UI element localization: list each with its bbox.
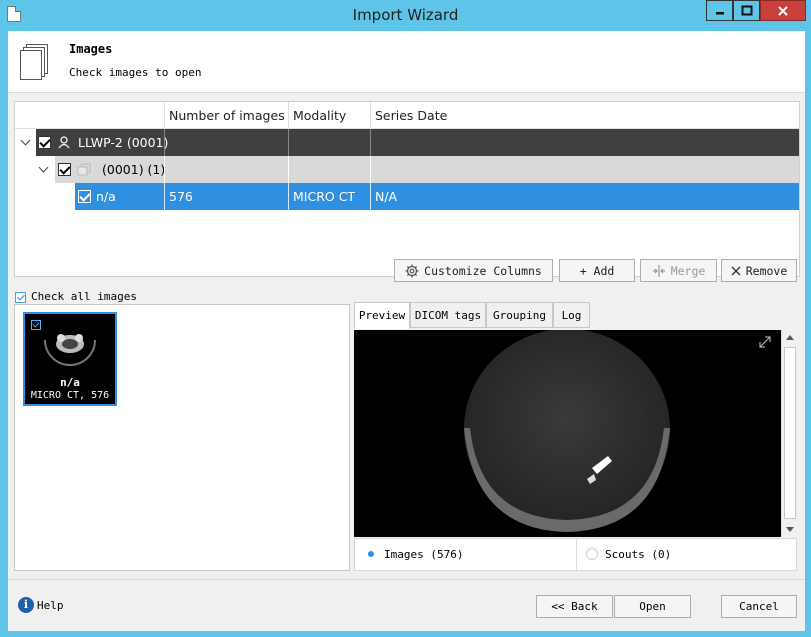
patient-label: LLWP-2 (0001) — [78, 135, 169, 150]
study-checkbox[interactable] — [58, 163, 71, 176]
wizard-header: Images Check images to open — [8, 31, 805, 93]
study-date-cell — [370, 156, 799, 183]
scouts-radio-label[interactable]: Scouts (0) — [605, 548, 671, 561]
check-all-label[interactable]: Check all images — [31, 290, 137, 303]
expand-icon[interactable] — [759, 336, 771, 348]
thumbnail-panel: n/a MICRO CT, 576 — [14, 304, 350, 571]
column-header-modality[interactable]: Modality — [288, 102, 370, 129]
remove-button[interactable]: Remove — [721, 259, 797, 282]
patient-date-cell — [370, 129, 799, 156]
page-subtitle: Check images to open — [69, 66, 202, 79]
merge-button[interactable]: Merge — [640, 259, 717, 282]
add-label: + Add — [579, 263, 615, 278]
study-modality-cell — [288, 156, 370, 183]
series-number-cell: 576 — [164, 183, 288, 210]
person-icon — [58, 136, 70, 149]
images-radio[interactable] — [365, 548, 377, 560]
close-icon — [778, 5, 788, 16]
tab-dicom-tags[interactable]: DICOM tags — [410, 302, 486, 328]
scan-thumbnail-image — [44, 334, 96, 366]
maximize-icon — [741, 5, 752, 15]
merge-icon — [652, 264, 665, 277]
study-number-cell — [164, 156, 288, 183]
customize-columns-button[interactable]: Customize Columns — [394, 259, 553, 282]
pages-icon — [20, 44, 50, 82]
add-button[interactable]: + Add — [559, 259, 635, 282]
thumbnail-name: n/a — [60, 376, 80, 389]
close-button[interactable] — [760, 0, 806, 21]
maximize-button[interactable] — [733, 0, 760, 21]
study-label: (0001) (1) — [102, 162, 166, 177]
tree-row-patient[interactable]: LLWP-2 (0001) — [15, 129, 799, 156]
scouts-radio[interactable] — [586, 548, 598, 560]
window-title: Import Wizard — [352, 6, 459, 24]
open-button[interactable]: Open — [614, 595, 691, 618]
preview-scrollbar[interactable] — [781, 330, 797, 537]
column-header-number[interactable]: Number of images — [164, 102, 288, 129]
merge-label: Merge — [670, 263, 706, 278]
back-button[interactable]: << Back — [536, 595, 613, 618]
wizard-window: Images Check images to open Number of im… — [8, 31, 805, 631]
title-bar: Import Wizard — [0, 0, 811, 32]
series-date-cell: N/A — [370, 183, 799, 210]
remove-label: Remove — [745, 263, 788, 278]
cancel-button[interactable]: Cancel — [721, 595, 797, 618]
tab-grouping[interactable]: Grouping — [486, 302, 553, 328]
close-icon — [731, 266, 741, 275]
customize-columns-label: Customize Columns — [424, 263, 542, 278]
info-icon[interactable]: i — [18, 597, 34, 613]
series-thumbnail[interactable]: n/a MICRO CT, 576 — [23, 312, 117, 406]
tree-row-series[interactable]: n/a 576 MICRO CT N/A — [15, 183, 799, 210]
scroll-up-icon[interactable] — [786, 335, 794, 340]
footer-divider — [8, 579, 805, 580]
image-filter: Images (576) Scouts (0) — [354, 538, 797, 572]
gear-icon — [405, 264, 419, 277]
scroll-down-icon[interactable] — [786, 527, 794, 532]
tab-log[interactable]: Log — [553, 302, 590, 328]
tree-header: Number of images Modality Series Date — [15, 102, 799, 129]
minimize-button[interactable] — [706, 0, 733, 21]
scrollbar-thumb[interactable] — [784, 347, 796, 519]
help-link[interactable]: Help — [37, 599, 64, 612]
patient-modality-cell — [288, 129, 370, 156]
chevron-down-icon[interactable] — [38, 162, 49, 173]
series-checkbox[interactable] — [78, 190, 91, 203]
thumbnail-info: MICRO CT, 576 — [30, 390, 110, 401]
series-modality-cell: MICRO CT — [288, 183, 370, 210]
series-tree: Number of images Modality Series Date LL… — [14, 101, 800, 277]
ct-slice-image — [464, 329, 670, 532]
patient-checkbox[interactable] — [38, 136, 51, 149]
tree-row-study[interactable]: (0001) (1) — [15, 156, 799, 183]
page-title: Images — [69, 42, 113, 56]
check-all-checkbox[interactable] — [15, 292, 26, 303]
chevron-down-icon[interactable] — [20, 135, 31, 146]
patient-number-cell — [164, 129, 288, 156]
preview-viewport[interactable] — [354, 329, 781, 537]
series-label: n/a — [96, 189, 116, 204]
column-header-series-date[interactable]: Series Date — [370, 102, 799, 129]
minimize-icon — [715, 11, 724, 14]
tab-preview[interactable]: Preview — [354, 302, 410, 329]
images-radio-label[interactable]: Images (576) — [384, 548, 463, 561]
series-stack-icon — [77, 163, 91, 176]
